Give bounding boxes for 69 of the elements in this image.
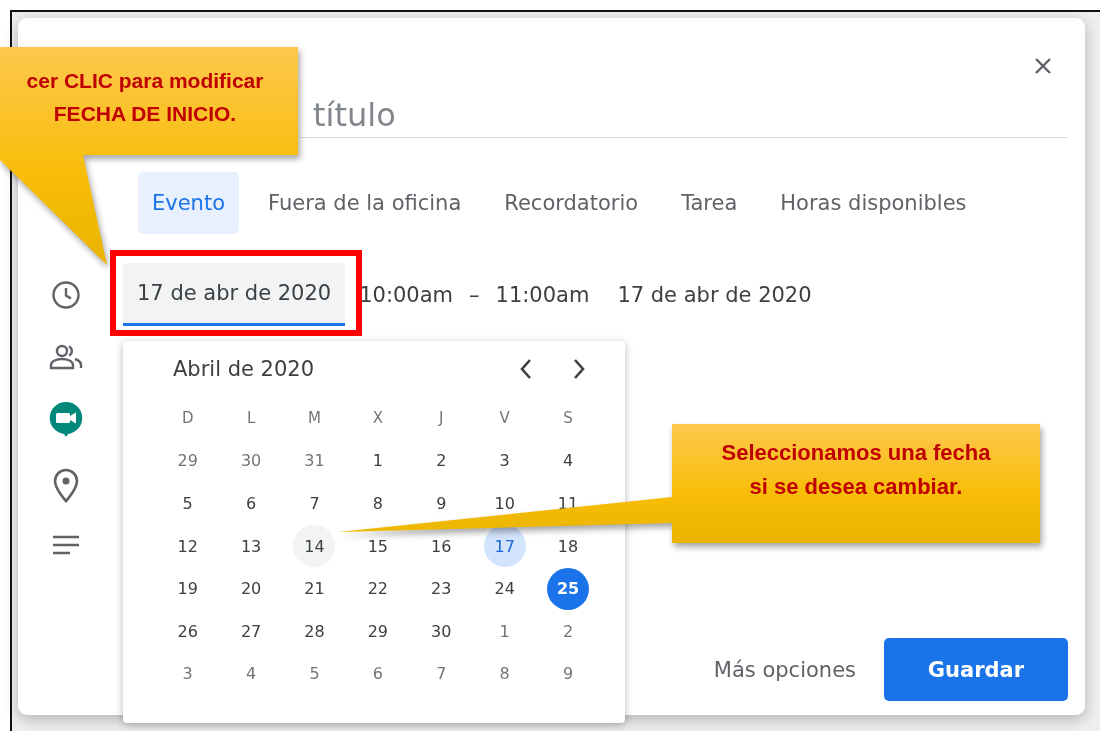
calendar-day[interactable]: 30 bbox=[230, 439, 273, 482]
calendar-day[interactable]: 1 bbox=[483, 610, 526, 653]
calendar-day[interactable]: 31 bbox=[293, 439, 336, 482]
event-type-tab[interactable]: Evento bbox=[138, 172, 239, 234]
event-type-tab[interactable]: Horas disponibles bbox=[766, 172, 981, 234]
end-date[interactable]: 17 de abr de 2020 bbox=[617, 282, 812, 307]
calendar-day[interactable]: 22 bbox=[356, 567, 399, 610]
weekday-label: D bbox=[181, 409, 194, 428]
calendar-day[interactable]: 24 bbox=[483, 567, 526, 610]
calendar-day[interactable]: 12 bbox=[166, 525, 209, 568]
calendar-day[interactable]: 30 bbox=[420, 610, 463, 653]
month-title: Abril de 2020 bbox=[173, 357, 316, 381]
weekday-label: M bbox=[308, 409, 321, 428]
event-type-tab[interactable]: Tarea bbox=[667, 172, 752, 234]
weekday-label: V bbox=[499, 409, 510, 428]
event-type-tab[interactable]: Fuera de la oficina bbox=[254, 172, 476, 234]
location-pin-icon bbox=[52, 468, 79, 504]
time-separator: – bbox=[469, 282, 480, 307]
weekday-label: S bbox=[563, 409, 573, 428]
calendar-day[interactable]: 8 bbox=[483, 652, 526, 695]
people-icon bbox=[48, 344, 83, 370]
calendar-day[interactable]: 2 bbox=[420, 439, 463, 482]
calendar-day[interactable]: 23 bbox=[420, 567, 463, 610]
callout-text: Seleccionamos una fecha si se desea cambiar. bbox=[720, 439, 992, 502]
calendar-day[interactable]: 9 bbox=[547, 652, 590, 695]
callout-text: cer CLIC para modificar FECHA DE INICIO. bbox=[25, 68, 265, 127]
calendar-day[interactable]: 19 bbox=[166, 567, 209, 610]
weekday-label: L bbox=[246, 409, 256, 428]
calendar-day[interactable]: 6 bbox=[230, 482, 273, 525]
calendar-day[interactable]: 20 bbox=[230, 567, 273, 610]
calendar-day[interactable]: 1 bbox=[356, 439, 399, 482]
calendar-day[interactable]: 5 bbox=[293, 652, 336, 695]
save-button[interactable]: Guardar bbox=[884, 638, 1068, 701]
event-type-tab[interactable]: Recordatorio bbox=[490, 172, 653, 234]
calendar-day[interactable]: 27 bbox=[230, 610, 273, 653]
calendar-day[interactable]: 29 bbox=[356, 610, 399, 653]
calendar-day[interactable]: 14 bbox=[293, 525, 336, 568]
calendar-day[interactable]: 25 bbox=[547, 567, 590, 610]
calendar-day[interactable]: 28 bbox=[293, 610, 336, 653]
calendar-day[interactable]: 29 bbox=[166, 439, 209, 482]
calendar-day[interactable]: 17 bbox=[483, 525, 526, 568]
calendar-day[interactable]: 3 bbox=[483, 439, 526, 482]
calendar-day[interactable]: 13 bbox=[230, 525, 273, 568]
video-call-icon bbox=[47, 401, 84, 437]
calendar-day[interactable]: 7 bbox=[420, 652, 463, 695]
more-options-button[interactable]: Más opciones bbox=[713, 657, 856, 682]
chevron-left-icon[interactable] bbox=[518, 358, 534, 380]
calendar-day[interactable]: 7 bbox=[293, 482, 336, 525]
calendar-day[interactable]: 9 bbox=[420, 482, 463, 525]
calendar-day[interactable]: 5 bbox=[166, 482, 209, 525]
calendar-day[interactable]: 6 bbox=[356, 652, 399, 695]
start-time[interactable]: 10:00am bbox=[359, 282, 454, 307]
calendar-day[interactable]: 3 bbox=[166, 652, 209, 695]
weekday-label: J bbox=[439, 409, 444, 428]
calendar-day[interactable]: 4 bbox=[230, 652, 273, 695]
calendar-day[interactable]: 15 bbox=[356, 525, 399, 568]
start-date-field[interactable]: 17 de abr de 2020 bbox=[123, 263, 346, 326]
calendar-day[interactable]: 8 bbox=[356, 482, 399, 525]
calendar-day[interactable]: 21 bbox=[293, 567, 336, 610]
calendar-day[interactable]: 18 bbox=[547, 525, 590, 568]
chevron-right-icon[interactable] bbox=[571, 358, 587, 380]
title-field[interactable]: título bbox=[300, 78, 1068, 138]
description-icon bbox=[51, 535, 80, 555]
calendar-day[interactable]: 26 bbox=[166, 610, 209, 653]
calendar-day[interactable]: 4 bbox=[547, 439, 590, 482]
clock-icon bbox=[50, 279, 81, 310]
weekday-label: X bbox=[372, 409, 383, 428]
calendar-day[interactable]: 2 bbox=[547, 610, 590, 653]
end-time[interactable]: 11:00am bbox=[495, 282, 590, 307]
